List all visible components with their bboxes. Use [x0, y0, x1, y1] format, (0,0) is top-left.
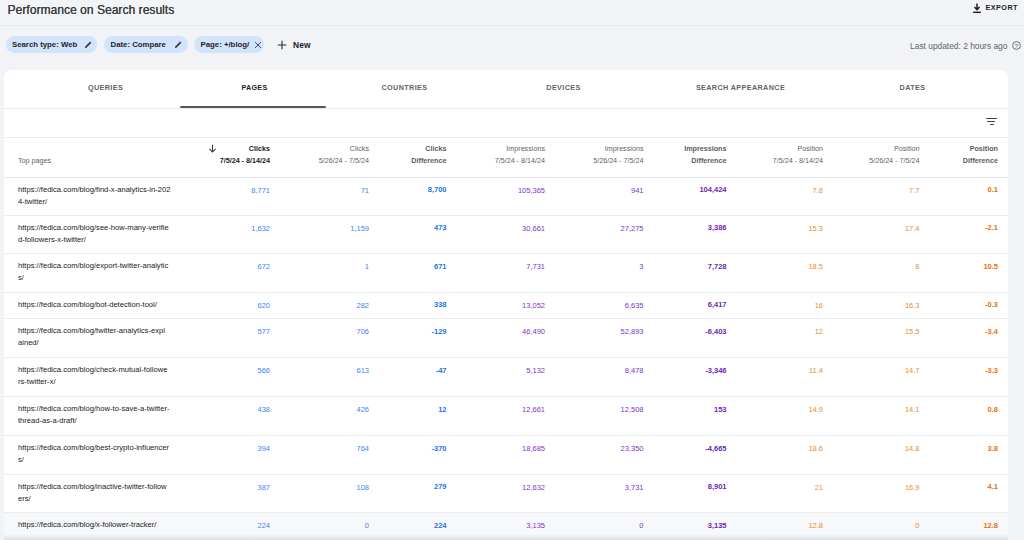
- svg-text:?: ?: [1014, 42, 1018, 48]
